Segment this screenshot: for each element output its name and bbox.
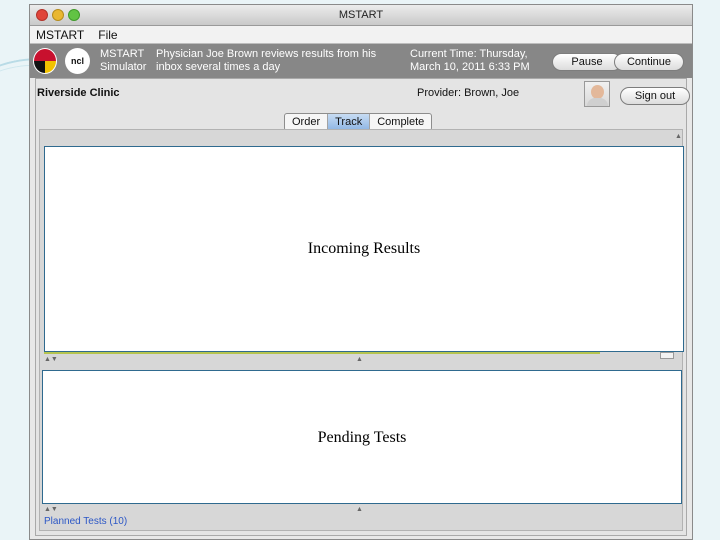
- menu-file[interactable]: File: [98, 28, 117, 42]
- collapse-arrows-icon[interactable]: ▲▼: [44, 506, 58, 513]
- continue-button[interactable]: Continue: [614, 53, 684, 71]
- ncl-logo-icon: ncl: [65, 48, 90, 74]
- menu-bar: MSTART File: [30, 26, 692, 44]
- avatar-body: [587, 98, 608, 106]
- app-window: MSTART MSTART File ncl MSTART Simulator …: [29, 4, 693, 540]
- sign-out-button[interactable]: Sign out: [620, 87, 690, 105]
- provider-name: Provider: Brown, Joe: [417, 87, 520, 99]
- track-pane: ▲ Incoming Results ▲▼ ▲ Pending Tests ▲▼…: [39, 129, 684, 531]
- scenario-description: Physician Joe Brown reviews results from…: [156, 48, 376, 74]
- simulator-name: MSTART Simulator: [100, 48, 146, 74]
- split-divider[interactable]: [44, 352, 600, 354]
- avatar: [584, 81, 610, 107]
- clinic-workspace: Riverside Clinic Provider: Brown, Joe Si…: [35, 78, 690, 536]
- avatar-head: [591, 85, 604, 99]
- clinic-name: Riverside Clinic: [37, 87, 120, 99]
- current-time: Current Time: Thursday, March 10, 2011 6…: [410, 48, 530, 74]
- split-handle-icon[interactable]: ▲: [356, 506, 363, 513]
- incoming-results-label: Incoming Results: [307, 240, 421, 257]
- incoming-results-panel[interactable]: Incoming Results: [44, 146, 684, 352]
- scenario-description-line2: inbox several times a day: [156, 61, 281, 73]
- tab-complete[interactable]: Complete: [370, 114, 431, 130]
- planned-tests-link[interactable]: Planned Tests (10): [44, 516, 127, 527]
- simulator-name-line1: MSTART: [100, 48, 145, 60]
- simulator-name-line2: Simulator: [100, 61, 147, 73]
- pending-tests-panel[interactable]: Pending Tests: [42, 370, 682, 504]
- menu-mstart[interactable]: MSTART: [36, 28, 84, 42]
- title-bar: MSTART: [30, 5, 692, 26]
- split-handle-icon[interactable]: ▲: [356, 356, 363, 363]
- pause-button[interactable]: Pause: [552, 53, 622, 71]
- tab-track[interactable]: Track: [328, 114, 371, 130]
- current-time-line1: Current Time: Thursday,: [410, 48, 528, 60]
- pending-tests-label: Pending Tests: [317, 429, 407, 446]
- collapse-arrows-icon[interactable]: ▲▼: [44, 356, 58, 363]
- scroll-up-icon[interactable]: ▲: [675, 133, 682, 140]
- scenario-description-line1: Physician Joe Brown reviews results from…: [156, 48, 377, 60]
- scrollbar-thumb[interactable]: [660, 352, 674, 359]
- current-time-line2: March 10, 2011 6:33 PM: [410, 61, 530, 73]
- maryland-flag-icon: [33, 48, 57, 74]
- tab-order[interactable]: Order: [285, 114, 329, 130]
- simulator-info-bar: ncl MSTART Simulator Physician Joe Brown…: [30, 44, 692, 78]
- window-title: MSTART: [338, 9, 384, 21]
